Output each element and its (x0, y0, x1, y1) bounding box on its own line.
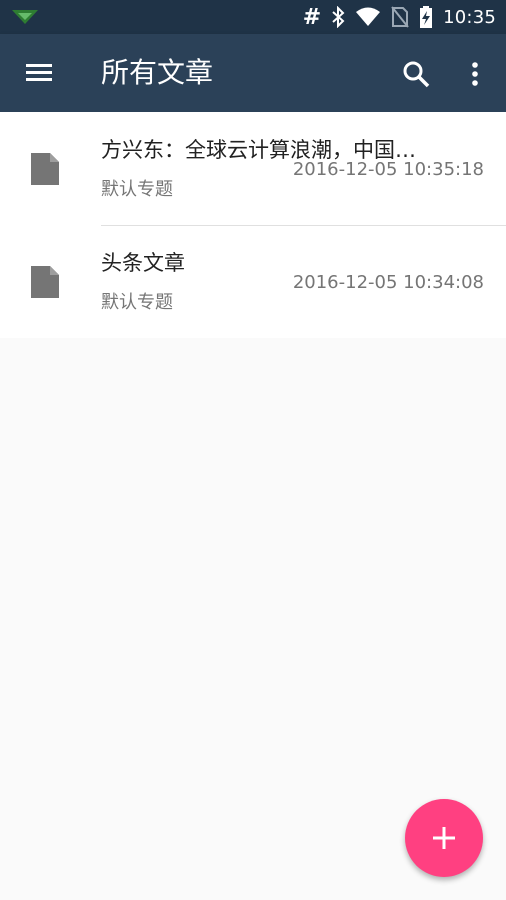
article-category: 默认专题 (101, 179, 173, 200)
no-sim-icon (391, 6, 409, 28)
article-date: 2016-12-05 10:34:08 (292, 272, 484, 293)
add-article-button[interactable] (405, 799, 483, 877)
more-vert-icon[interactable] (463, 58, 487, 90)
article-category: 默认专题 (101, 292, 173, 313)
list-item[interactable]: 头条文章 默认专题 2016-12-05 10:34:08 (0, 225, 506, 338)
status-icons: # 10:35 (303, 0, 496, 34)
bluetooth-icon (332, 6, 345, 28)
article-date: 2016-12-05 10:35:18 (292, 159, 484, 180)
page-title: 所有文章 (101, 56, 214, 89)
document-icon (31, 266, 59, 298)
battery-charging-icon (420, 6, 433, 28)
clock: 10:35 (443, 6, 496, 28)
menu-icon[interactable] (24, 59, 54, 87)
wifi-icon (356, 7, 381, 26)
status-bar: # 10:35 (0, 0, 506, 34)
hash-icon: # (302, 4, 322, 30)
app-notification-icon (12, 10, 38, 24)
article-list: 方兴东：全球云计算浪潮，中国… 默认专题 2016-12-05 10:35:18… (0, 112, 506, 338)
search-icon[interactable] (400, 58, 432, 90)
app-bar: 所有文章 (0, 34, 506, 112)
add-icon (433, 827, 455, 849)
article-title: 头条文章 (101, 251, 185, 275)
document-icon (31, 153, 59, 185)
list-item[interactable]: 方兴东：全球云计算浪潮，中国… 默认专题 2016-12-05 10:35:18 (0, 112, 506, 225)
